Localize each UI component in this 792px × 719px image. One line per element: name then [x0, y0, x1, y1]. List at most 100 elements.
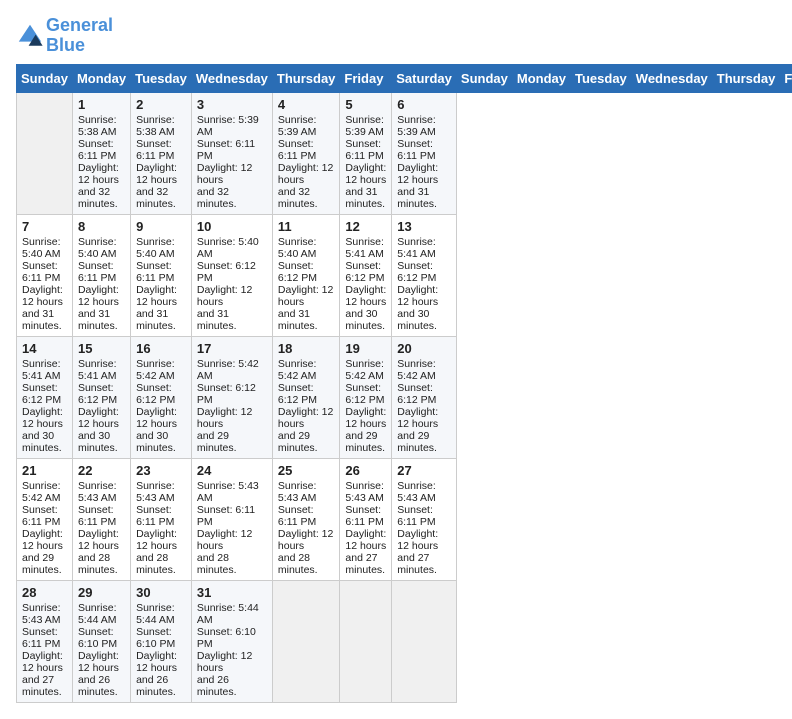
- calendar-cell: 13 Sunrise: 5:41 AMSunset: 6:12 PMDayligh…: [392, 214, 457, 336]
- calendar-header-row: SundayMondayTuesdayWednesdayThursdayFrid…: [17, 64, 792, 92]
- calendar-cell: [392, 580, 457, 702]
- day-number: 29: [78, 585, 125, 600]
- calendar-cell: 7 Sunrise: 5:40 AMSunset: 6:11 PMDaylight…: [17, 214, 73, 336]
- day-info: Sunrise: 5:43 AMSunset: 6:11 PMDaylight:…: [78, 480, 119, 576]
- day-number: 17: [197, 341, 267, 356]
- day-header-saturday: Saturday: [392, 64, 457, 92]
- calendar-cell: 5 Sunrise: 5:39 AMSunset: 6:11 PMDaylight…: [340, 92, 392, 214]
- day-number: 11: [278, 219, 335, 234]
- day-number: 5: [345, 97, 386, 112]
- calendar-cell: 17 Sunrise: 5:42 AMSunset: 6:12 PMDayligh…: [191, 336, 272, 458]
- day-number: 9: [136, 219, 186, 234]
- calendar-cell: 2 Sunrise: 5:38 AMSunset: 6:11 PMDaylight…: [131, 92, 192, 214]
- day-info: Sunrise: 5:43 AMSunset: 6:11 PMDaylight:…: [197, 480, 259, 576]
- day-info: Sunrise: 5:40 AMSunset: 6:11 PMDaylight:…: [22, 236, 63, 332]
- day-number: 30: [136, 585, 186, 600]
- day-info: Sunrise: 5:41 AMSunset: 6:12 PMDaylight:…: [22, 358, 63, 454]
- day-info: Sunrise: 5:43 AMSunset: 6:11 PMDaylight:…: [22, 602, 63, 698]
- day-info: Sunrise: 5:39 AMSunset: 6:11 PMDaylight:…: [397, 114, 438, 210]
- day-number: 4: [278, 97, 335, 112]
- day-info: Sunrise: 5:42 AMSunset: 6:12 PMDaylight:…: [197, 358, 259, 454]
- calendar-cell: 23 Sunrise: 5:43 AMSunset: 6:11 PMDayligh…: [131, 458, 192, 580]
- calendar-cell: 14Sunrise: 5:41 AMSunset: 6:12 PMDayligh…: [17, 336, 73, 458]
- calendar-table: SundayMondayTuesdayWednesdayThursdayFrid…: [16, 64, 792, 703]
- day-info: Sunrise: 5:38 AMSunset: 6:11 PMDaylight:…: [78, 114, 119, 210]
- day-info: Sunrise: 5:40 AMSunset: 6:12 PMDaylight:…: [278, 236, 333, 332]
- day-number: 19: [345, 341, 386, 356]
- day-number: 13: [397, 219, 451, 234]
- calendar-cell: 18Sunrise: 5:42 AMSunset: 6:12 PMDayligh…: [272, 336, 340, 458]
- calendar-cell: 4 Sunrise: 5:39 AMSunset: 6:11 PMDaylight…: [272, 92, 340, 214]
- day-number: 22: [78, 463, 125, 478]
- logo-icon: [16, 22, 44, 50]
- day-number: 2: [136, 97, 186, 112]
- day-number: 21: [22, 463, 67, 478]
- day-info: Sunrise: 5:43 AMSunset: 6:11 PMDaylight:…: [278, 480, 333, 576]
- day-header-thursday: Thursday: [712, 64, 780, 92]
- day-number: 28: [22, 585, 67, 600]
- calendar-cell: 25 Sunrise: 5:43 AMSunset: 6:11 PMDayligh…: [272, 458, 340, 580]
- logo-text: General Blue: [46, 16, 113, 56]
- day-number: 16: [136, 341, 186, 356]
- day-info: Sunrise: 5:43 AMSunset: 6:11 PMDaylight:…: [397, 480, 438, 576]
- day-number: 10: [197, 219, 267, 234]
- day-info: Sunrise: 5:42 AMSunset: 6:12 PMDaylight:…: [345, 358, 386, 454]
- day-info: Sunrise: 5:44 AMSunset: 6:10 PMDaylight:…: [78, 602, 119, 698]
- day-info: Sunrise: 5:44 AMSunset: 6:10 PMDaylight:…: [197, 602, 259, 698]
- calendar-cell: 29 Sunrise: 5:44 AMSunset: 6:10 PMDayligh…: [72, 580, 130, 702]
- calendar-cell: [340, 580, 392, 702]
- calendar-cell: 21Sunrise: 5:42 AMSunset: 6:11 PMDayligh…: [17, 458, 73, 580]
- calendar-cell: 3Sunrise: 5:39 AMSunset: 6:11 PMDaylight…: [191, 92, 272, 214]
- calendar-cell: 1 Sunrise: 5:38 AMSunset: 6:11 PMDaylight…: [72, 92, 130, 214]
- day-number: 20: [397, 341, 451, 356]
- calendar-cell: 24Sunrise: 5:43 AMSunset: 6:11 PMDayligh…: [191, 458, 272, 580]
- calendar-cell: [272, 580, 340, 702]
- day-header-thursday: Thursday: [272, 64, 340, 92]
- calendar-cell: 20Sunrise: 5:42 AMSunset: 6:12 PMDayligh…: [392, 336, 457, 458]
- day-number: 23: [136, 463, 186, 478]
- calendar-cell: 15Sunrise: 5:41 AMSunset: 6:12 PMDayligh…: [72, 336, 130, 458]
- calendar-cell: 28 Sunrise: 5:43 AMSunset: 6:11 PMDayligh…: [17, 580, 73, 702]
- day-number: 8: [78, 219, 125, 234]
- day-info: Sunrise: 5:40 AMSunset: 6:11 PMDaylight:…: [136, 236, 177, 332]
- day-number: 7: [22, 219, 67, 234]
- day-number: 1: [78, 97, 125, 112]
- day-info: Sunrise: 5:41 AMSunset: 6:12 PMDaylight:…: [397, 236, 438, 332]
- day-header-monday: Monday: [72, 64, 130, 92]
- day-info: Sunrise: 5:39 AMSunset: 6:11 PMDaylight:…: [197, 114, 259, 210]
- calendar-cell: 27Sunrise: 5:43 AMSunset: 6:11 PMDayligh…: [392, 458, 457, 580]
- calendar-week-row: 1 Sunrise: 5:38 AMSunset: 6:11 PMDaylight…: [17, 92, 792, 214]
- day-number: 25: [278, 463, 335, 478]
- calendar-cell: [17, 92, 73, 214]
- day-info: Sunrise: 5:40 AMSunset: 6:12 PMDaylight:…: [197, 236, 259, 332]
- day-header-friday: Friday: [780, 64, 792, 92]
- day-info: Sunrise: 5:39 AMSunset: 6:11 PMDaylight:…: [345, 114, 386, 210]
- day-info: Sunrise: 5:38 AMSunset: 6:11 PMDaylight:…: [136, 114, 177, 210]
- day-info: Sunrise: 5:39 AMSunset: 6:11 PMDaylight:…: [278, 114, 333, 210]
- calendar-cell: 8 Sunrise: 5:40 AMSunset: 6:11 PMDaylight…: [72, 214, 130, 336]
- day-number: 26: [345, 463, 386, 478]
- calendar-week-row: 7 Sunrise: 5:40 AMSunset: 6:11 PMDaylight…: [17, 214, 792, 336]
- calendar-cell: 10 Sunrise: 5:40 AMSunset: 6:12 PMDayligh…: [191, 214, 272, 336]
- day-info: Sunrise: 5:42 AMSunset: 6:12 PMDaylight:…: [136, 358, 177, 454]
- calendar-cell: 12Sunrise: 5:41 AMSunset: 6:12 PMDayligh…: [340, 214, 392, 336]
- page-header: General Blue: [16, 16, 776, 56]
- calendar-cell: 19 Sunrise: 5:42 AMSunset: 6:12 PMDayligh…: [340, 336, 392, 458]
- calendar-cell: 30Sunrise: 5:44 AMSunset: 6:10 PMDayligh…: [131, 580, 192, 702]
- day-number: 6: [397, 97, 451, 112]
- calendar-week-row: 14Sunrise: 5:41 AMSunset: 6:12 PMDayligh…: [17, 336, 792, 458]
- calendar-week-row: 21Sunrise: 5:42 AMSunset: 6:11 PMDayligh…: [17, 458, 792, 580]
- day-header-sunday: Sunday: [17, 64, 73, 92]
- calendar-cell: 9 Sunrise: 5:40 AMSunset: 6:11 PMDaylight…: [131, 214, 192, 336]
- day-header-sunday: Sunday: [456, 64, 512, 92]
- day-header-monday: Monday: [512, 64, 570, 92]
- calendar-cell: 26Sunrise: 5:43 AMSunset: 6:11 PMDayligh…: [340, 458, 392, 580]
- calendar-cell: 22 Sunrise: 5:43 AMSunset: 6:11 PMDayligh…: [72, 458, 130, 580]
- day-info: Sunrise: 5:43 AMSunset: 6:11 PMDaylight:…: [136, 480, 177, 576]
- day-number: 12: [345, 219, 386, 234]
- day-info: Sunrise: 5:41 AMSunset: 6:12 PMDaylight:…: [78, 358, 119, 454]
- day-header-wednesday: Wednesday: [191, 64, 272, 92]
- day-info: Sunrise: 5:42 AMSunset: 6:12 PMDaylight:…: [278, 358, 333, 454]
- day-header-tuesday: Tuesday: [571, 64, 632, 92]
- day-info: Sunrise: 5:40 AMSunset: 6:11 PMDaylight:…: [78, 236, 119, 332]
